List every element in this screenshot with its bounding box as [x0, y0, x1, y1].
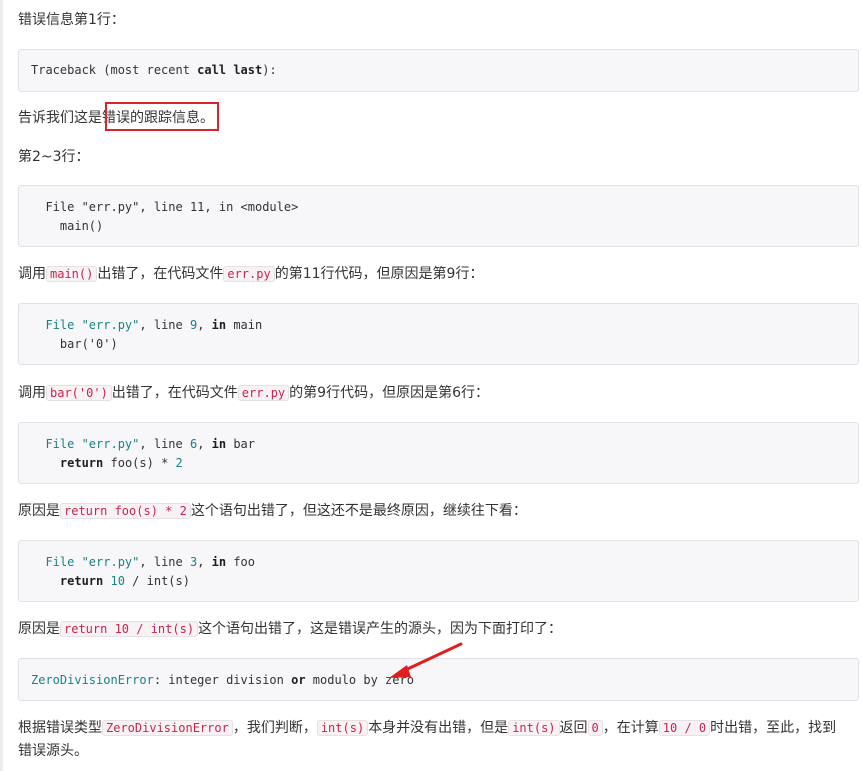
red-highlight-box: [105, 102, 219, 131]
paragraph-lines-2-3: 第2~3行：: [18, 149, 90, 165]
article-left-border: [0, 0, 3, 771]
code-line: Traceback (most recent call last):: [31, 63, 277, 77]
inline-code: return 10 / int(s): [60, 621, 199, 637]
code-line: File "err.py", line 11, in <module>: [31, 200, 299, 214]
inline-code: main(): [46, 266, 98, 282]
code-block-foo: File "err.py", line 3, in foo return 10 …: [18, 540, 859, 602]
red-arrow-annotation: [389, 642, 463, 678]
inline-code: ZeroDivisionError: [102, 720, 233, 736]
code-line: File "err.py", line 6, in bar: [45, 437, 256, 451]
paragraph-conclusion: 根据错误类型 ZeroDivisionError ，我们判断， int(s) 本身并没有…: [18, 720, 837, 759]
code-block-traceback: Traceback (most recent call last):: [18, 49, 859, 92]
code-line: File "err.py", line 9, in main: [45, 318, 263, 332]
code-line: return foo(s) * 2: [59, 456, 183, 470]
code-line: main(): [31, 219, 104, 233]
code-block-main: File "err.py", line 9, in main bar('0'): [18, 303, 859, 365]
code-block-module: File "err.py", line 11, in <module> main…: [18, 185, 859, 247]
inline-code: 0: [587, 720, 603, 736]
inline-code: bar('0'): [46, 385, 112, 401]
code-line: File "err.py", line 3, in foo: [45, 555, 256, 569]
paragraph-error-line-1: 错误信息第1行：: [18, 9, 125, 31]
inline-code: int(s): [316, 720, 369, 736]
paragraph-bar-call: 调用 bar('0') 出错了，在代码文件 err.py 的第9行代码，但原因是第6行：: [18, 385, 489, 401]
inline-code: err.py: [223, 266, 275, 282]
inline-code: int(s): [508, 720, 560, 736]
inline-code: 10 / 0: [658, 720, 711, 736]
inline-code: err.py: [237, 385, 290, 401]
code-line: return 10 / int(s): [59, 574, 190, 588]
inline-code: return foo(s) * 2: [60, 503, 191, 519]
code-block-bar: File "err.py", line 6, in bar return foo…: [18, 422, 859, 484]
paragraph-text: 错误信息第1行：: [18, 12, 125, 28]
paragraph-main-call: 调用 main() 出错了，在代码文件 err.py 的第11行代码，但原因是第9行：: [18, 266, 484, 282]
paragraph-int-return: 原因是 return 10 / int(s) 这个语句出错了，这是错误产生的源头，因…: [18, 621, 563, 637]
code-line: bar('0'): [31, 337, 118, 351]
paragraph-foo-return: 原因是 return foo(s) * 2 这个语句出错了，但这还不是最终原因，继续…: [18, 503, 527, 519]
